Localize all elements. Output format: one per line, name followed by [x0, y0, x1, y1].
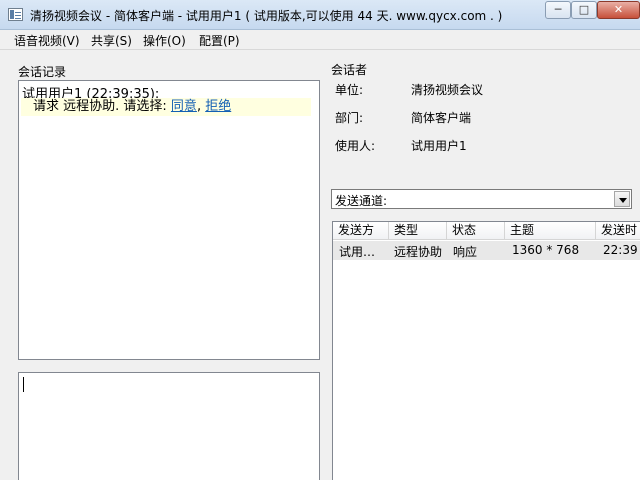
minimize-button[interactable]: ─	[545, 1, 571, 19]
table-row[interactable]: 试用… 远程协助 响应 1360 * 768 22:39	[333, 241, 640, 260]
title-bar: 清扬视频会议 - 简体客户端 - 试用用户1 ( 试用版本,可以使用 44 天.…	[0, 0, 640, 30]
menu-operation[interactable]: 操作(O)	[143, 32, 186, 49]
session-log-panel[interactable]: 试用用户1 (22:39:35): 请求 远程协助. 请选择: 同意, 拒绝	[18, 80, 320, 360]
app-icon	[8, 8, 23, 21]
reject-link[interactable]: 拒绝	[205, 99, 231, 114]
unit-value: 清扬视频会议	[411, 83, 484, 97]
cell-status: 响应	[453, 245, 478, 259]
column-header-status[interactable]: 状态	[447, 222, 505, 240]
link-separator: ,	[196, 99, 202, 114]
column-header-subject[interactable]: 主题	[505, 222, 596, 240]
send-channel-value: 发送通道:	[335, 194, 388, 208]
cell-sender: 试用…	[339, 245, 376, 259]
cell-subject: 1360 * 768	[512, 243, 580, 257]
accept-link[interactable]: 同意	[171, 99, 197, 114]
menu-bar: 语音视频(V) 共享(S) 操作(O) 配置(P)	[0, 30, 640, 50]
text-caret	[23, 377, 24, 392]
message-input[interactable]	[18, 372, 320, 480]
column-header-sender[interactable]: 发送方	[333, 222, 389, 240]
user-label: 使用人:	[335, 139, 376, 153]
cell-send-time: 22:39	[603, 243, 638, 257]
maximize-button[interactable]: □	[571, 1, 597, 19]
window-title: 清扬视频会议 - 简体客户端 - 试用用户1 ( 试用版本,可以使用 44 天.…	[30, 9, 503, 23]
column-header-type[interactable]: 类型	[389, 222, 447, 240]
menu-config[interactable]: 配置(P)	[199, 32, 240, 49]
participant-label: 会话者	[331, 63, 368, 77]
request-text: 请求 远程协助. 请选择:	[33, 99, 171, 114]
close-button[interactable]: ✕	[597, 1, 640, 19]
cell-type: 远程协助	[394, 245, 443, 259]
menu-share[interactable]: 共享(S)	[91, 32, 132, 49]
column-header-send-time[interactable]: 发送时	[596, 222, 640, 240]
send-channel-select[interactable]: 发送通道:	[331, 189, 632, 209]
unit-label: 单位:	[335, 83, 364, 97]
dept-value: 简体客户端	[411, 111, 472, 125]
request-row: 请求 远程协助. 请选择: 同意, 拒绝	[21, 98, 311, 116]
chevron-down-icon[interactable]	[614, 191, 630, 207]
menu-voice-video[interactable]: 语音视频(V)	[14, 32, 80, 49]
transfer-list[interactable]: 发送方 类型 状态 主题 发送时 试用… 远程协助 响应 1360 * 768 …	[332, 221, 640, 480]
table-header: 发送方 类型 状态 主题 发送时	[333, 222, 640, 240]
dept-label: 部门:	[335, 111, 364, 125]
user-value: 试用用户1	[411, 139, 467, 153]
session-log-label: 会话记录	[18, 65, 67, 79]
